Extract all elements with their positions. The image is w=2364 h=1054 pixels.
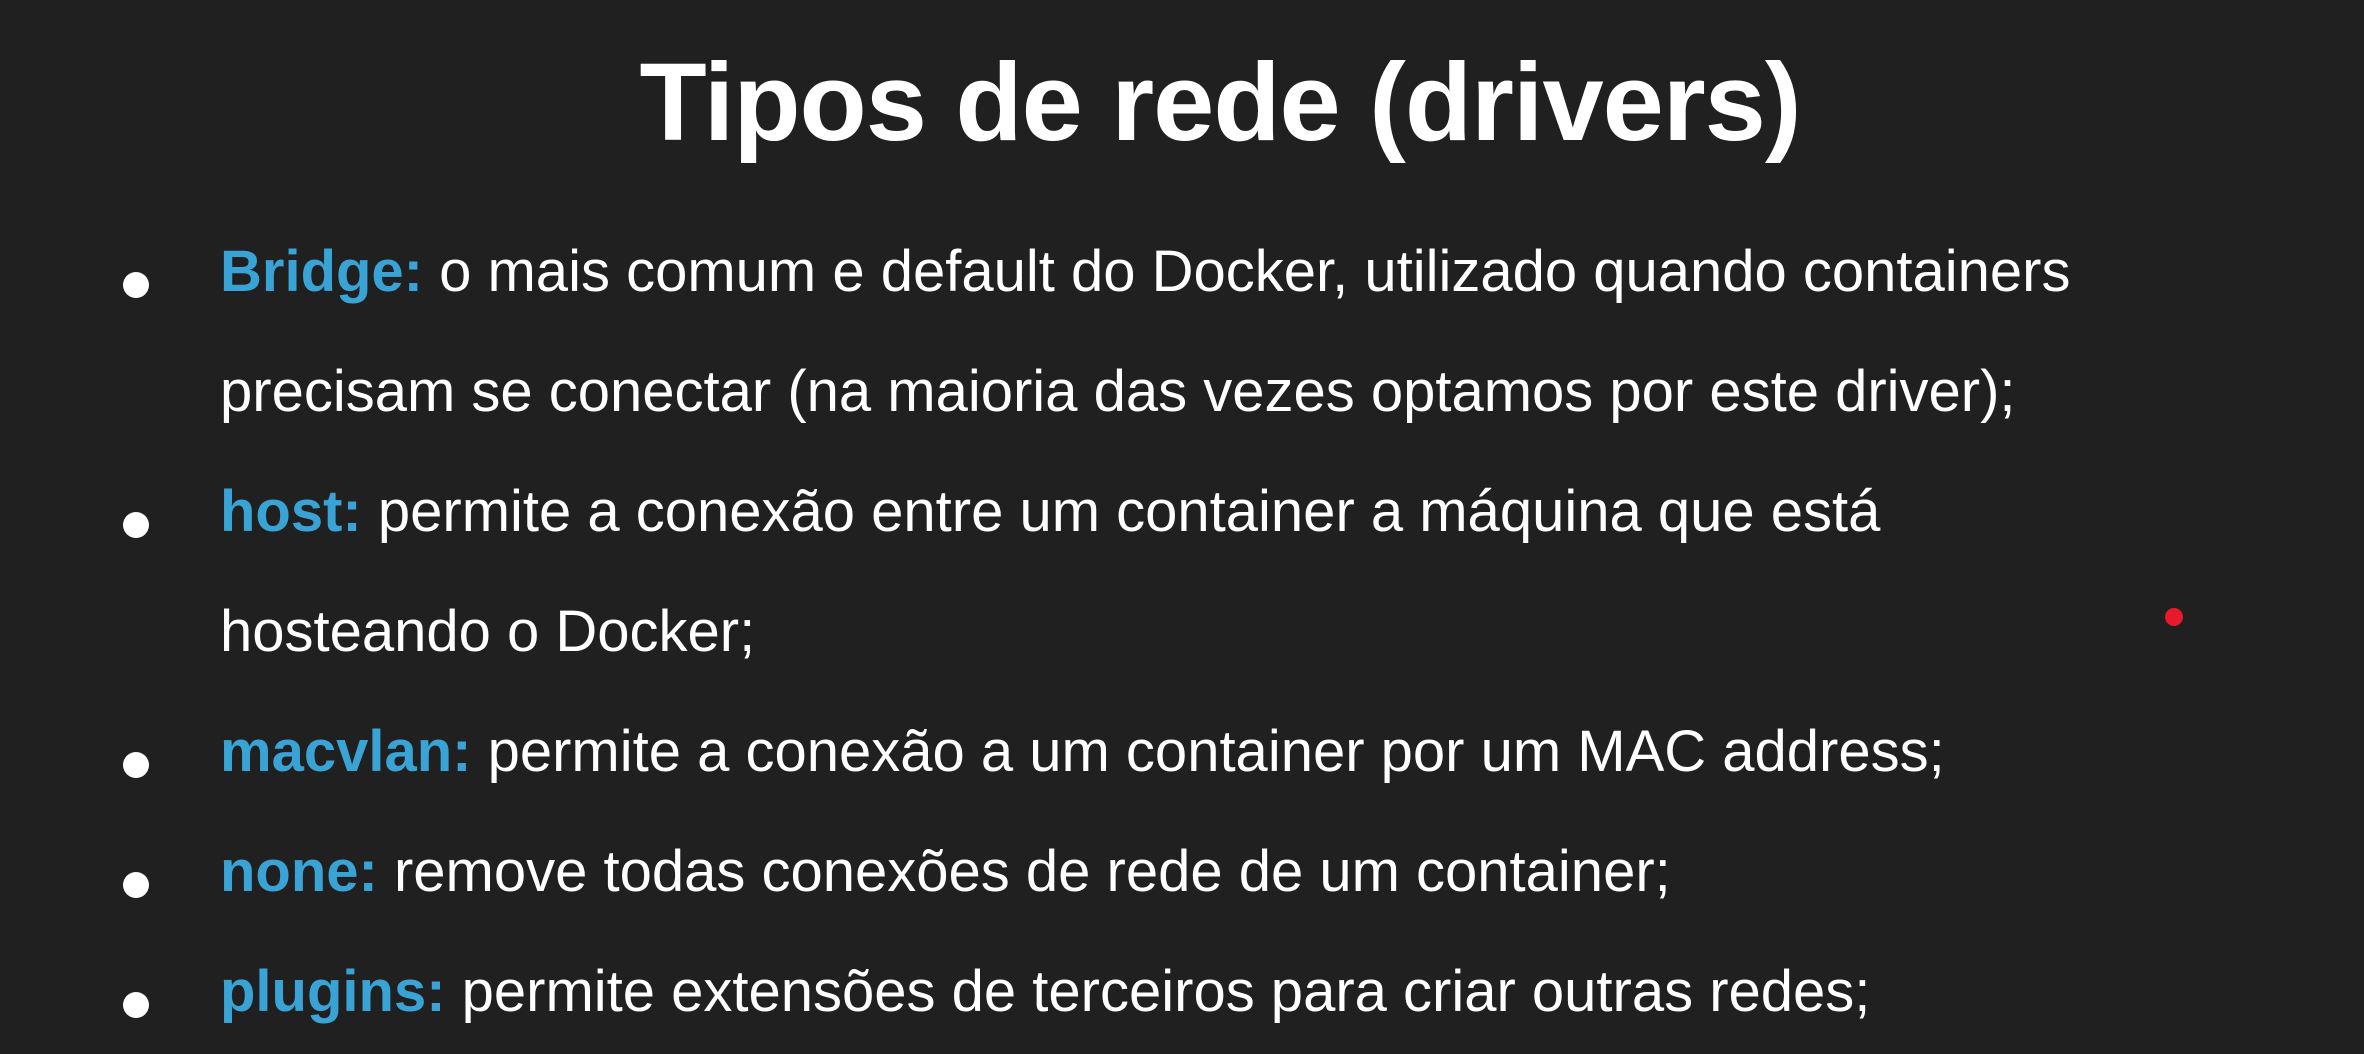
description-none: remove todas conexões de rede de um cont… (393, 839, 1671, 904)
description-bridge-line1: o mais comum e default do Docker, utiliz… (439, 239, 2071, 304)
term-macvlan: macvlan: (220, 719, 472, 784)
slide: Tipos de rede (drivers) Bridge: o mais c… (0, 0, 2364, 1054)
slide-title: Tipos de rede (drivers) (639, 41, 1802, 164)
term-plugins: plugins: (220, 959, 446, 1024)
description-macvlan: permite a conexão a um container por um … (487, 719, 1945, 784)
laser-pointer-dot (2165, 608, 2183, 626)
description-plugins: permite extensões de terceiros para cria… (461, 959, 1871, 1024)
description-bridge-line2: precisam se conectar (na maioria das vez… (220, 359, 2016, 424)
bullet-icon (123, 992, 149, 1018)
bullet-icon (123, 272, 149, 298)
bullet-icon (123, 752, 149, 778)
bullet-icon (123, 872, 149, 898)
term-bridge: Bridge: (220, 239, 423, 304)
bullet-icon (123, 512, 149, 538)
description-host-line1: permite a conexão entre um container a m… (377, 479, 1881, 544)
description-host-line2: hosteando o Docker; (220, 599, 756, 664)
term-host: host: (220, 479, 362, 544)
term-none: none: (220, 839, 378, 904)
